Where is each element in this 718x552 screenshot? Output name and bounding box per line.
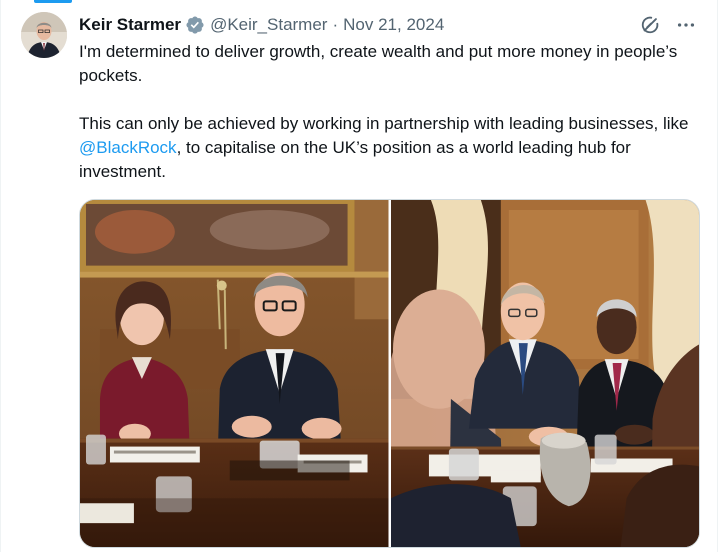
tweet-header: Keir Starmer @Keir_Starmer · Nov 21, 202… <box>79 13 444 37</box>
verified-badge-icon <box>185 15 205 35</box>
photo-2[interactable] <box>390 200 699 547</box>
tweet-card[interactable]: Keir Starmer @Keir_Starmer · Nov 21, 202… <box>0 0 718 552</box>
grok-icon[interactable] <box>639 14 661 36</box>
media-grid <box>79 199 700 548</box>
tweet-text: I'm determined to deliver growth, create… <box>79 40 699 184</box>
author-name[interactable]: Keir Starmer <box>79 13 181 37</box>
header-separator: · <box>332 15 339 34</box>
author-handle[interactable]: @Keir_Starmer <box>210 13 327 37</box>
tweet-paragraph-1: I'm determined to deliver growth, create… <box>79 42 678 85</box>
avatar-image <box>21 12 67 58</box>
post-date[interactable]: Nov 21, 2024 <box>343 13 444 37</box>
paragraph-2-text-start: This can only be achieved by working in … <box>79 114 689 133</box>
tweet-paragraph-2: This can only be achieved by working in … <box>79 112 699 184</box>
tweet-actions <box>639 14 697 36</box>
mention-link[interactable]: @BlackRock <box>79 138 177 157</box>
photo-1[interactable] <box>80 200 389 547</box>
more-options-icon[interactable] <box>675 14 697 36</box>
avatar[interactable] <box>21 12 67 58</box>
